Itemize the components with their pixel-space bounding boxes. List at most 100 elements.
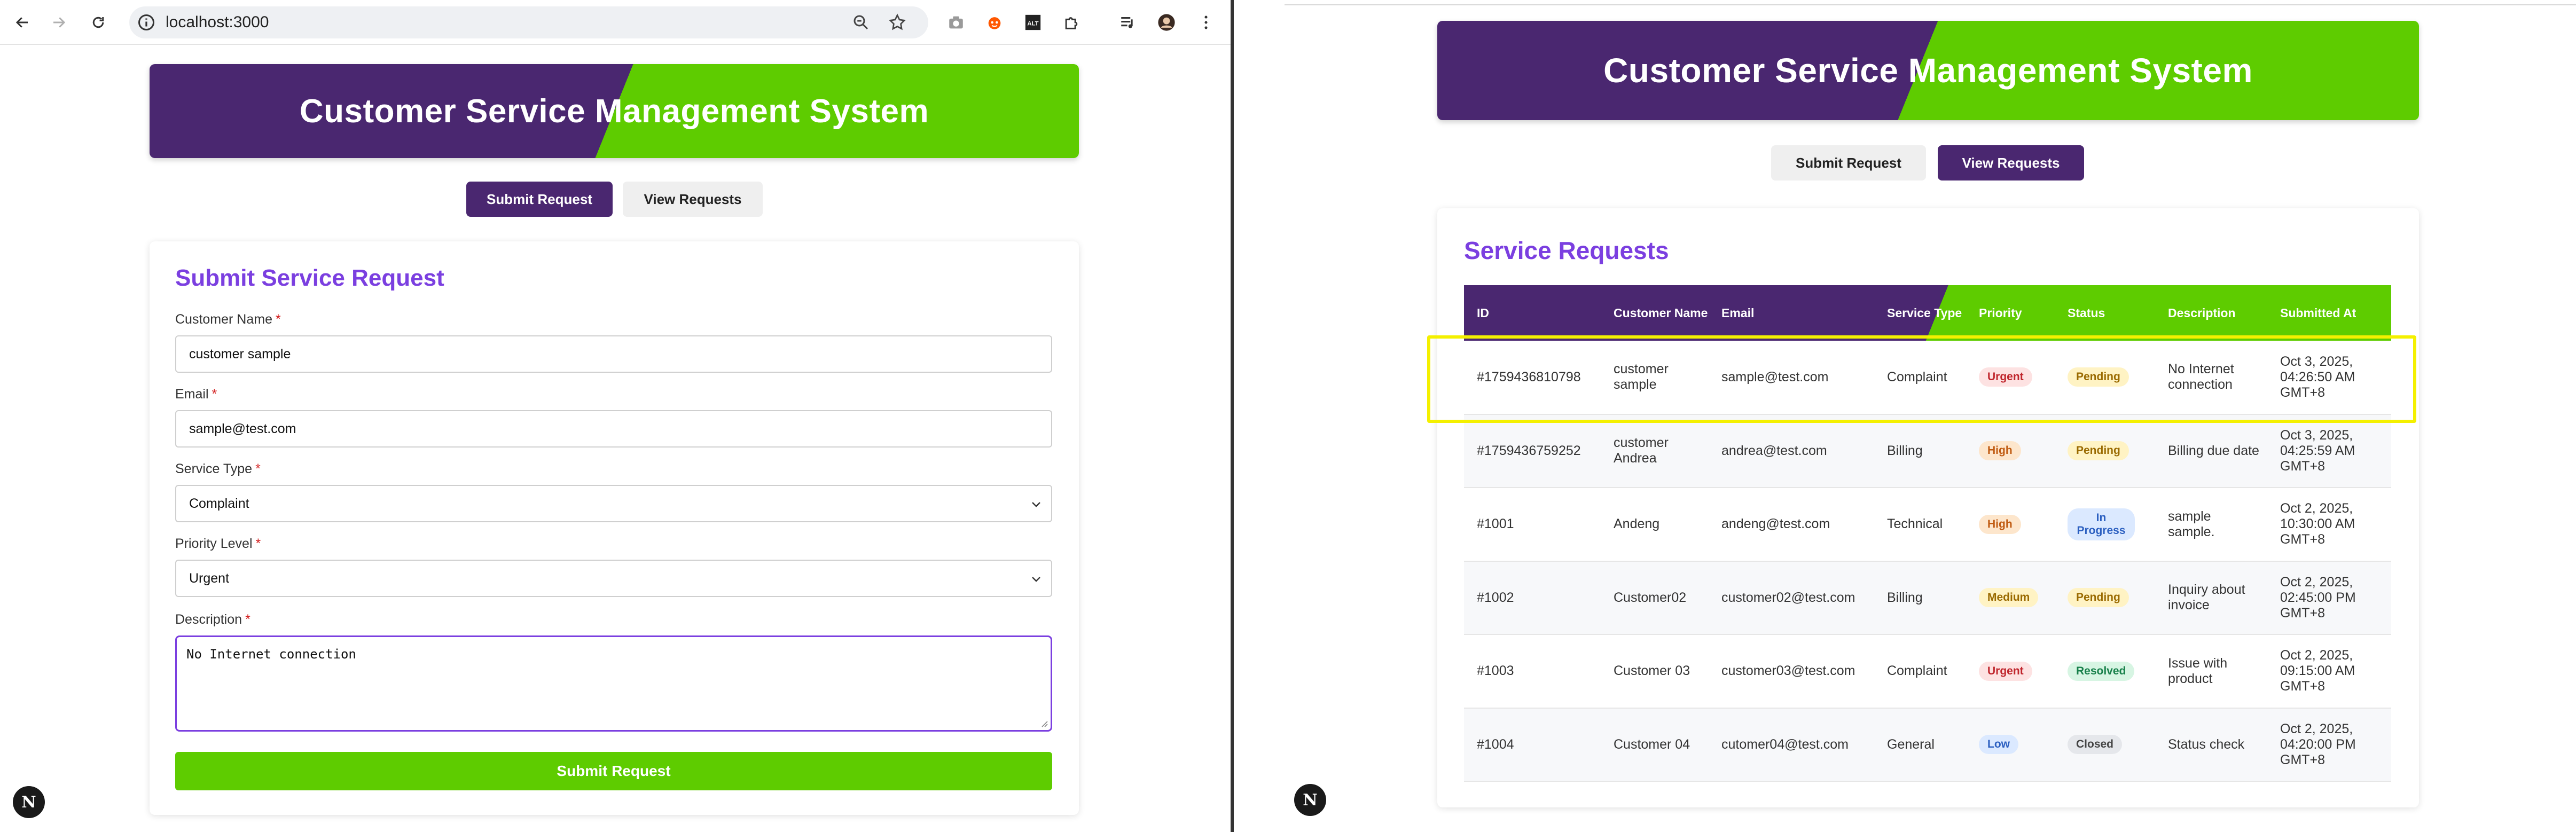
- table-row[interactable]: #1759436759252 customer Andrea andrea@te…: [1464, 414, 2391, 488]
- cell-status: Pending: [2055, 414, 2155, 488]
- media-queue-icon[interactable]: [1116, 11, 1140, 34]
- column-header-email[interactable]: Email: [1709, 285, 1874, 341]
- cell-submitted-at: Oct 3, 2025, 04:25:59 AM GMT+8: [2280, 427, 2355, 474]
- table-row[interactable]: #1003 Customer 03 customer03@test.com Co…: [1464, 634, 2391, 708]
- view-requests-tab-button[interactable]: View Requests: [1938, 145, 2084, 180]
- cell-submitted-at: Oct 2, 2025, 02:45:00 PM GMT+8: [2280, 574, 2356, 621]
- email-input[interactable]: sample@test.com: [175, 410, 1052, 448]
- zoom-icon[interactable]: [851, 13, 871, 32]
- cell-customer-name: Customer 04: [1614, 736, 1690, 752]
- service-requests-card: Service Requests ID Customer Name Email …: [1437, 208, 2419, 807]
- cell-description: No Internet connection: [2168, 362, 2234, 393]
- reload-icon[interactable]: [83, 7, 113, 37]
- priority-level-select[interactable]: Urgent: [175, 560, 1052, 597]
- cell-description: Status check: [2168, 736, 2245, 752]
- cell-status: Closed: [2055, 708, 2155, 782]
- description-textarea[interactable]: No Internet connection: [175, 635, 1052, 732]
- back-arrow-icon[interactable]: [7, 7, 37, 37]
- browser-menu-icon[interactable]: [1194, 11, 1218, 34]
- table-row[interactable]: #1004 Customer 04 cutomer04@test.com Gen…: [1464, 708, 2391, 782]
- extensions-puzzle-icon[interactable]: [1060, 11, 1083, 34]
- resize-grip-icon[interactable]: [1039, 718, 1048, 728]
- table-row[interactable]: #1002 Customer02 customer02@test.com Bil…: [1464, 561, 2391, 635]
- status-badge: Pending: [2068, 441, 2129, 461]
- camera-extension-icon[interactable]: [944, 11, 968, 34]
- app-title: Customer Service Management System: [1603, 51, 2253, 90]
- cell-service-type: Billing: [1887, 443, 1923, 458]
- nextjs-dev-badge[interactable]: N: [1294, 784, 1326, 816]
- description-text: No Internet connection: [186, 647, 356, 662]
- customer-name-input[interactable]: customer sample: [175, 335, 1052, 373]
- priority-badge: Urgent: [1979, 367, 2032, 387]
- cell-id: #1003: [1477, 663, 1514, 679]
- address-bar[interactable]: localhost:3000: [129, 6, 928, 38]
- submit-request-form: Submit Service Request Customer Name * cu…: [150, 241, 1079, 815]
- cell-submitted-at: Oct 2, 2025, 04:20:00 PM GMT+8: [2280, 721, 2356, 767]
- column-header-service-type[interactable]: Service Type: [1874, 285, 1966, 341]
- site-info-icon[interactable]: [137, 13, 156, 32]
- app-header-banner: Customer Service Management System: [1437, 21, 2419, 120]
- customer-name-label: Customer Name *: [175, 312, 281, 327]
- submit-request-button[interactable]: Submit Request: [175, 752, 1052, 790]
- description-label: Description *: [175, 612, 250, 627]
- url-text[interactable]: localhost:3000: [166, 14, 269, 31]
- bookmark-star-icon[interactable]: [888, 13, 907, 32]
- cell-email: customer03@test.com: [1721, 663, 1855, 679]
- priority-badge: Urgent: [1979, 661, 2032, 681]
- column-header-status[interactable]: Status: [2055, 285, 2155, 341]
- column-header-priority[interactable]: Priority: [1966, 285, 2055, 341]
- requests-heading: Service Requests: [1464, 237, 1669, 264]
- status-badge: Resolved: [2068, 661, 2135, 681]
- status-badge: Closed: [2068, 735, 2123, 755]
- reddit-extension-icon[interactable]: [983, 11, 1006, 34]
- cell-email: sample@test.com: [1721, 369, 1829, 384]
- cell-id: #1759436759252: [1477, 443, 1581, 458]
- service-type-label: Service Type *: [175, 461, 261, 476]
- cell-id: #1001: [1477, 516, 1514, 532]
- cell-priority: Medium: [1966, 561, 2055, 635]
- forward-arrow-icon[interactable]: [44, 7, 74, 37]
- priority-badge: Medium: [1979, 588, 2039, 608]
- cell-submitted-at: Oct 2, 2025, 09:15:00 AM GMT+8: [2280, 648, 2355, 694]
- cell-email: andrea@test.com: [1721, 443, 1827, 458]
- cell-customer-name: Andeng: [1614, 516, 1660, 532]
- left-browser-window: localhost:3000 ALT Customer Service Mana…: [0, 0, 1231, 832]
- cell-priority: Urgent: [1966, 634, 2055, 708]
- nextjs-dev-badge[interactable]: N: [13, 786, 45, 818]
- table-row[interactable]: #1759436810798 customer sample sample@te…: [1464, 341, 2391, 414]
- cell-id: #1004: [1477, 736, 1514, 752]
- status-badge: In Progress: [2068, 508, 2135, 540]
- cell-description: sample sample.: [2168, 508, 2215, 539]
- requests-table-wrapper: ID Customer Name Email Service Type Prio…: [1464, 285, 2391, 782]
- column-header-customer-name[interactable]: Customer Name: [1601, 285, 1709, 341]
- cell-id: #1759436810798: [1477, 369, 1581, 384]
- cell-email: customer02@test.com: [1721, 590, 1855, 605]
- chevron-down-icon: [1032, 577, 1040, 582]
- cell-customer-name: customer Andrea: [1614, 435, 1669, 466]
- column-header-id[interactable]: ID: [1464, 285, 1601, 341]
- priority-level-label: Priority Level *: [175, 536, 261, 551]
- priority-badge: Low: [1979, 735, 2018, 755]
- table-row[interactable]: #1001 Andeng andeng@test.com Technical H…: [1464, 488, 2391, 561]
- cell-service-type: Complaint: [1887, 663, 1947, 679]
- cell-description: Inquiry about invoice: [2168, 582, 2245, 613]
- submit-request-tab-button[interactable]: Submit Request: [466, 182, 613, 217]
- cell-priority: High: [1966, 414, 2055, 488]
- cell-description: Issue with product: [2168, 655, 2228, 686]
- cell-status: Pending: [2055, 561, 2155, 635]
- column-header-submitted-at[interactable]: Submitted At: [2267, 285, 2391, 341]
- cell-service-type: General: [1887, 736, 1935, 752]
- profile-avatar[interactable]: [1155, 11, 1178, 34]
- alt-text-extension-icon[interactable]: ALT: [1021, 11, 1045, 34]
- cell-customer-name: Customer 03: [1614, 663, 1690, 679]
- cell-priority: Low: [1966, 708, 2055, 782]
- submit-request-tab-button[interactable]: Submit Request: [1771, 145, 1926, 180]
- column-header-description[interactable]: Description: [2155, 285, 2267, 341]
- cell-service-type: Billing: [1887, 590, 1923, 605]
- service-type-select[interactable]: Complaint: [175, 485, 1052, 522]
- cell-customer-name: customer sample: [1614, 362, 1669, 393]
- view-requests-tab-button[interactable]: View Requests: [623, 182, 763, 217]
- window-top-border: [1285, 4, 2576, 5]
- app-header-banner: Customer Service Management System: [150, 64, 1079, 158]
- priority-badge: High: [1979, 514, 2021, 534]
